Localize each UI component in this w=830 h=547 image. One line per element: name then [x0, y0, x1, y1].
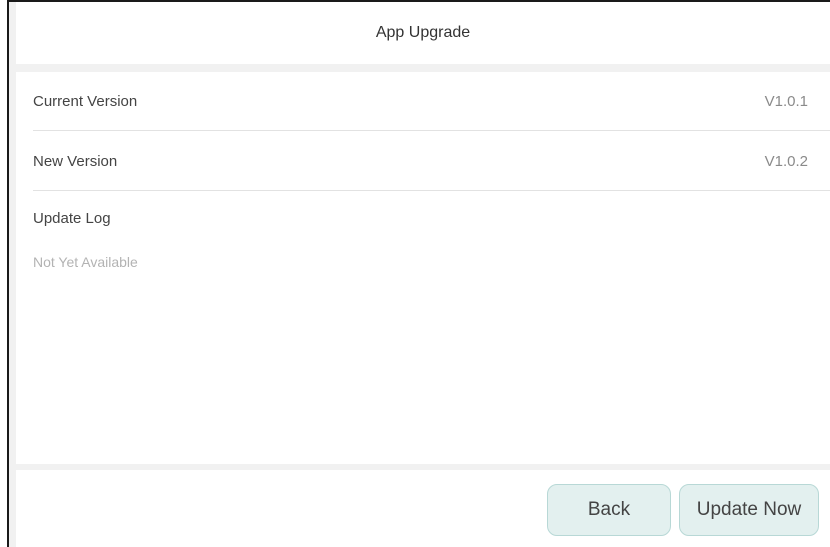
- divider: [33, 130, 830, 131]
- update-now-button[interactable]: Update Now: [679, 484, 819, 536]
- current-version-value: V1.0.1: [764, 92, 808, 110]
- version-panel: Current Version V1.0.1 New Version V1.0.…: [16, 72, 830, 464]
- update-log-title: Update Log: [33, 210, 111, 227]
- current-version-label: Current Version: [33, 92, 138, 110]
- new-version-label: New Version: [33, 152, 118, 170]
- back-button[interactable]: Back: [547, 484, 671, 536]
- new-version-value: V1.0.2: [764, 152, 808, 170]
- current-version-row: Current Version V1.0.1: [16, 72, 830, 130]
- divider: [33, 190, 830, 191]
- update-log-body: Not Yet Available: [33, 254, 138, 270]
- page-title: App Upgrade: [375, 24, 471, 41]
- page-header: App Upgrade: [16, 2, 830, 64]
- action-footer: Back Update Now: [16, 470, 830, 547]
- app-upgrade-screen: App Upgrade Current Version V1.0.1 New V…: [9, 2, 830, 547]
- new-version-row: New Version V1.0.2: [16, 132, 830, 190]
- screen: App Upgrade Current Version V1.0.1 New V…: [0, 0, 830, 547]
